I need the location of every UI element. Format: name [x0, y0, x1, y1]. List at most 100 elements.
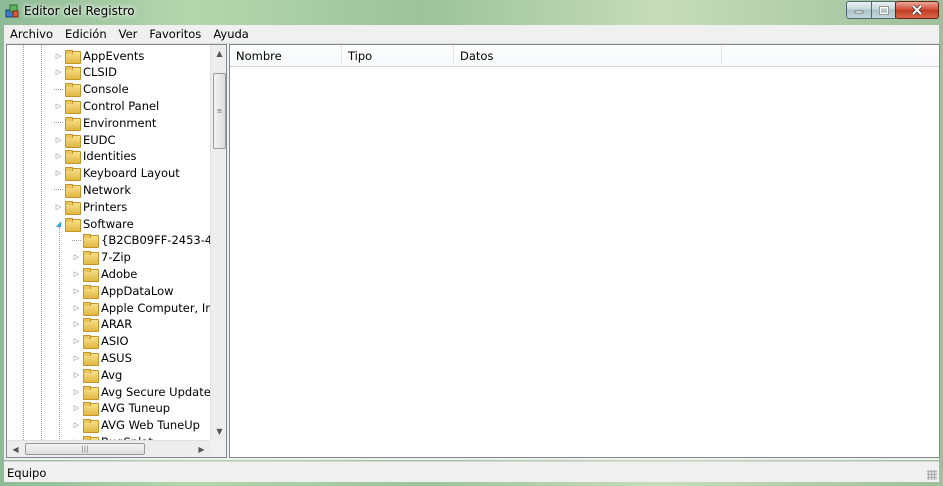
tree-node[interactable]: ▷ AppDataLow — [72, 282, 174, 299]
folder-icon — [65, 49, 81, 64]
tree-node[interactable]: ▷ EUDC — [54, 131, 116, 148]
tree-node[interactable]: ▷ 7-Zip — [72, 249, 131, 266]
tree-node-label: EUDC — [83, 132, 116, 147]
folder-icon — [83, 335, 99, 350]
expand-arrow-icon[interactable]: ▷ — [72, 286, 81, 295]
tree-node[interactable]: ▷ AppEvents — [54, 47, 144, 64]
close-icon — [911, 5, 923, 15]
tree-node[interactable]: ▷ Apple Computer, Inc. — [72, 299, 210, 316]
tree-node[interactable]: ▷ ASUS — [72, 349, 132, 366]
tree-node[interactable]: ▷ CLSID — [54, 64, 117, 81]
registry-tree[interactable]: ▷ AppEvents ▷ CLSID Console ▷ Control Panel Env… — [7, 45, 210, 440]
scroll-left-arrow-icon[interactable]: ◀ — [7, 441, 24, 457]
tree-node-label: Avg Secure Update — [101, 384, 210, 399]
expand-arrow-icon[interactable]: ▷ — [72, 337, 81, 346]
tree-node-label: Keyboard Layout — [83, 166, 180, 181]
expand-arrow-icon[interactable]: ▷ — [54, 152, 63, 161]
expand-arrow-icon[interactable]: ▷ — [72, 253, 81, 262]
expand-arrow-icon[interactable]: ▷ — [72, 269, 81, 278]
tree-node[interactable]: ▷ Control Panel — [54, 97, 159, 114]
expand-arrow-icon[interactable]: ▷ — [54, 51, 63, 60]
tree-node-label: ARAR — [101, 317, 133, 332]
menu-favoritos[interactable]: Favoritos — [143, 25, 207, 44]
scroll-right-arrow-icon[interactable]: ▶ — [193, 441, 210, 457]
expand-arrow-icon[interactable]: ▷ — [72, 303, 81, 312]
vertical-scroll-thumb[interactable]: ≡ — [213, 73, 226, 149]
menu-edicion[interactable]: Edición — [59, 25, 113, 44]
expand-arrow-icon[interactable]: ▷ — [72, 353, 81, 362]
registry-editor-icon — [5, 4, 19, 18]
tree-node-label: 7-Zip — [101, 250, 131, 265]
tree-node-label: Software — [83, 216, 134, 231]
folder-icon — [65, 133, 81, 148]
tree-node[interactable]: ▷ ARAR — [72, 316, 132, 333]
folder-icon — [65, 167, 81, 182]
tree-connector — [72, 236, 81, 245]
expand-arrow-icon[interactable]: ▷ — [54, 135, 63, 144]
window-frame: Editor del Registro Archivo Edición Ver … — [0, 0, 943, 486]
expand-arrow-icon[interactable]: ▷ — [72, 320, 81, 329]
tree-connector — [54, 185, 63, 194]
column-tipo[interactable]: Tipo — [342, 45, 454, 67]
column-nombre[interactable]: Nombre — [230, 45, 342, 67]
tree-node[interactable]: ▷ Avg — [72, 366, 122, 383]
tree-horizontal-scrollbar[interactable]: ◀ ||| ▶ — [7, 440, 210, 457]
tree-node[interactable]: ◢ Software — [54, 215, 134, 232]
tree-node[interactable]: ▷ Identities — [54, 148, 137, 165]
tree-node[interactable]: ▷ Adobe — [72, 265, 137, 282]
scroll-down-arrow-icon[interactable]: ▼ — [211, 423, 226, 440]
expand-arrow-icon[interactable]: ▷ — [72, 404, 81, 413]
column-header: Nombre Tipo Datos — [230, 45, 939, 67]
expand-arrow-icon[interactable]: ▷ — [72, 370, 81, 379]
tree-node[interactable]: ▷ Keyboard Layout — [54, 165, 180, 182]
folder-icon — [83, 351, 99, 366]
tree-node[interactable]: Console — [54, 81, 129, 98]
folder-icon — [83, 419, 99, 434]
tree-connector — [54, 118, 63, 127]
expand-arrow-icon[interactable]: ▷ — [72, 421, 81, 430]
folder-icon — [83, 267, 99, 282]
expand-arrow-icon[interactable]: ▷ — [54, 202, 63, 211]
menu-ver[interactable]: Ver — [113, 25, 144, 44]
expand-arrow-icon[interactable]: ▷ — [54, 169, 63, 178]
scroll-corner — [210, 440, 226, 457]
minimize-button[interactable] — [846, 1, 872, 19]
scroll-up-arrow-icon[interactable]: ▲ — [211, 45, 226, 62]
column-datos[interactable]: Datos — [454, 45, 722, 67]
tree-node[interactable]: ▷ Avg Secure Update — [72, 383, 210, 400]
tree-connector — [54, 85, 63, 94]
maximize-icon — [878, 5, 889, 15]
tree-guide-line — [59, 227, 60, 440]
tree-node[interactable]: ▷ AVG Web TuneUp — [72, 417, 200, 434]
tree-node[interactable]: ▷ AVG Tuneup — [72, 400, 170, 417]
tree-node-label: ASUS — [101, 350, 132, 365]
resize-grip-icon[interactable] — [927, 470, 937, 480]
menu-ayuda[interactable]: Ayuda — [207, 25, 255, 44]
folder-icon — [65, 217, 81, 232]
tree-node[interactable]: ▷ ASIO — [72, 333, 129, 350]
tree-vertical-scrollbar[interactable]: ▲ ≡ ▼ — [210, 45, 226, 440]
menu-archivo[interactable]: Archivo — [4, 25, 59, 44]
menu-bar: Archivo Edición Ver Favoritos Ayuda — [4, 25, 939, 44]
tree-node[interactable]: ▷ Printers — [54, 198, 127, 215]
maximize-button[interactable] — [871, 1, 896, 19]
tree-node[interactable]: Environment — [54, 114, 156, 131]
tree-node-label: Printers — [83, 199, 128, 214]
status-text: Equipo — [7, 466, 47, 480]
tree-node-label: ASIO — [101, 334, 129, 349]
folder-icon — [83, 368, 99, 383]
tree-node[interactable]: Network — [54, 181, 131, 198]
expand-arrow-icon[interactable]: ▷ — [54, 68, 63, 77]
close-button[interactable] — [895, 1, 939, 19]
tree-node[interactable]: {B2CB09FF-2453-4f85- — [72, 232, 210, 249]
collapse-arrow-icon[interactable]: ◢ — [54, 219, 63, 228]
tree-node-label: Avg — [101, 367, 123, 382]
tree-node[interactable]: ▷BugSplat — [72, 433, 153, 440]
expand-arrow-icon[interactable]: ▷ — [72, 387, 81, 396]
values-list-pane[interactable]: Nombre Tipo Datos — [229, 44, 940, 458]
window-title: Editor del Registro — [24, 4, 135, 18]
horizontal-scroll-thumb[interactable]: ||| — [25, 443, 145, 455]
folder-icon — [65, 66, 81, 81]
expand-arrow-icon[interactable]: ▷ — [54, 101, 63, 110]
title-bar[interactable]: Editor del Registro — [0, 0, 943, 24]
